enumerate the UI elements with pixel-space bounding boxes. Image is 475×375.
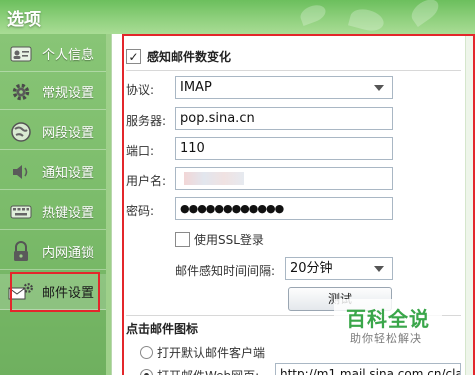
- settings-sidebar: 个人信息 常规设置 网段设置 通知设置 热键设置 内网通锁 邮件设置: [0, 34, 106, 375]
- sidebar-item-label: 通知设置: [42, 166, 95, 181]
- protocol-label: 协议:: [126, 83, 155, 97]
- watermark-title: 百科全说: [346, 307, 430, 331]
- port-input[interactable]: 110: [175, 137, 393, 160]
- username-label: 用户名:: [126, 174, 167, 188]
- sense-change-row: ✓ 感知邮件数变化: [126, 48, 231, 65]
- sidebar-item-hotkey[interactable]: 热键设置: [0, 194, 106, 230]
- leaf-decoration: [407, 0, 443, 27]
- server-input[interactable]: pop.sina.cn: [175, 107, 393, 130]
- default-client-label: 打开默认邮件客户端: [157, 346, 266, 360]
- port-value: 110: [180, 141, 205, 156]
- default-client-radio[interactable]: [140, 346, 153, 359]
- gear-icon: [8, 79, 34, 105]
- redaction-blur: [184, 172, 244, 185]
- click-icon-section-label: 点击邮件图标: [126, 322, 199, 336]
- chevron-down-icon: [374, 266, 384, 272]
- webpage-url-value: http://m1.mail.sina.com.cn/cla: [280, 367, 461, 375]
- window-title: 选项: [7, 10, 41, 30]
- webpage-label: 打开邮件Web网页:: [157, 367, 259, 375]
- vertical-scrollbar[interactable]: [465, 34, 475, 375]
- sidebar-item-label: 个人信息: [42, 48, 95, 63]
- sense-change-label: 感知邮件数变化: [147, 50, 232, 64]
- sidebar-item-network[interactable]: 网段设置: [0, 114, 106, 150]
- sidebar-item-label: 内网通锁: [42, 246, 95, 261]
- sense-change-checkbox[interactable]: ✓: [126, 49, 141, 64]
- sidebar-highlight-box: [10, 272, 100, 312]
- interval-value: 20分钟: [290, 261, 333, 276]
- watermark-subtitle: 助你轻松解决: [350, 332, 422, 345]
- lock-icon: [8, 239, 34, 265]
- chevron-down-icon: [374, 85, 384, 91]
- ssl-label: 使用SSL登录: [194, 233, 264, 247]
- protocol-select[interactable]: IMAP: [175, 76, 393, 99]
- id-card-icon: [8, 41, 34, 67]
- webpage-radio[interactable]: [140, 369, 153, 375]
- password-input[interactable]: ●●●●●●●●●●●●: [175, 197, 393, 220]
- speaker-icon: [8, 159, 34, 185]
- protocol-value: IMAP: [180, 80, 212, 95]
- interval-label: 邮件感知时间间隔:: [175, 264, 276, 278]
- webpage-url-input[interactable]: http://m1.mail.sina.com.cn/cla: [275, 363, 461, 375]
- sidebar-item-intranet-lock[interactable]: 内网通锁: [0, 234, 106, 270]
- keyboard-icon: [8, 199, 34, 225]
- username-input[interactable]: [175, 167, 393, 190]
- options-window: 选项 个人信息 常规设置 网段设置 通知设置 热键设置 内网通锁 邮件设置 ✓ …: [0, 0, 475, 375]
- server-label: 服务器:: [126, 114, 167, 128]
- ssl-row: 使用SSL登录: [175, 231, 264, 248]
- option-webpage-row[interactable]: 打开邮件Web网页:: [140, 367, 259, 375]
- sidebar-item-label: 常规设置: [42, 86, 95, 101]
- server-value: pop.sina.cn: [180, 111, 255, 126]
- interval-select[interactable]: 20分钟: [285, 257, 393, 280]
- sidebar-item-general[interactable]: 常规设置: [0, 74, 106, 110]
- port-label: 端口:: [126, 144, 155, 158]
- password-label: 密码:: [126, 204, 155, 218]
- section-divider: [126, 70, 461, 71]
- sidebar-item-label: 网段设置: [42, 126, 95, 141]
- globe-icon: [8, 119, 34, 145]
- leaf-decoration: [298, 2, 328, 26]
- password-value: ●●●●●●●●●●●●: [180, 202, 284, 215]
- watermark: 百科全说 助你轻松解决: [334, 299, 442, 351]
- option-default-client-row[interactable]: 打开默认邮件客户端: [140, 344, 265, 361]
- sidebar-item-personal-info[interactable]: 个人信息: [0, 36, 106, 72]
- ssl-checkbox[interactable]: [175, 232, 190, 247]
- title-bar[interactable]: 选项: [0, 0, 475, 35]
- sidebar-item-label: 热键设置: [42, 206, 95, 221]
- sidebar-item-notification[interactable]: 通知设置: [0, 154, 106, 190]
- leaf-decoration: [347, 5, 387, 35]
